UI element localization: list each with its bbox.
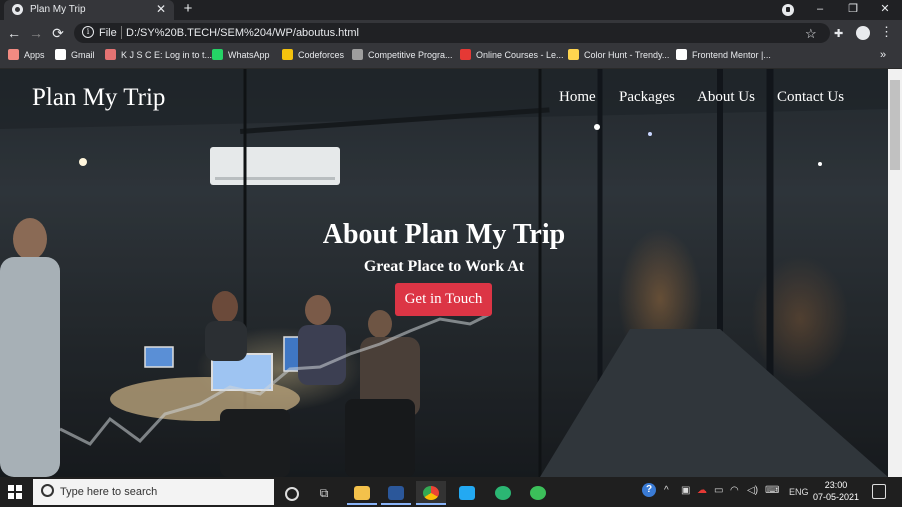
address-prefix: File xyxy=(99,27,117,39)
new-tab-button[interactable]: + xyxy=(180,0,196,20)
bookmark-label: Gmail xyxy=(71,50,95,60)
reload-icon[interactable]: ⟳ xyxy=(48,22,68,44)
bookmark-label: Codeforces xyxy=(298,50,345,60)
close-tab-icon[interactable]: ✕ xyxy=(156,2,166,16)
profile-icon[interactable] xyxy=(782,4,794,16)
chrome-icon[interactable] xyxy=(416,481,446,505)
bookmark-label: K J S C E: Log in to t... xyxy=(121,50,213,60)
back-icon[interactable]: ← xyxy=(4,22,24,44)
app-round-icon[interactable] xyxy=(523,481,553,505)
cc-icon xyxy=(352,49,363,60)
frontendmentor-icon xyxy=(676,49,687,60)
taskbar-search-placeholder: Type here to search xyxy=(60,486,158,498)
restore-button[interactable]: ❐ xyxy=(838,0,868,20)
bookmark-item[interactable]: Frontend Mentor |... xyxy=(676,49,771,64)
app-green-icon[interactable] xyxy=(488,481,518,505)
site-brand-logo[interactable]: Plan My Trip xyxy=(32,84,165,112)
hero-subtitle: Great Place to Work At xyxy=(363,258,525,275)
courses-icon xyxy=(460,49,471,60)
tray-cloud-icon[interactable]: ☁ xyxy=(697,485,707,496)
bookmark-label: Online Courses - Le... xyxy=(476,50,564,60)
menu-kebab-icon[interactable]: ⋮ xyxy=(880,24,893,40)
hero-title: About Plan My Trip xyxy=(322,219,566,250)
bookmark-item[interactable]: WhatsApp xyxy=(212,49,270,64)
bookmark-item[interactable]: Gmail xyxy=(55,49,95,64)
forward-icon[interactable]: → xyxy=(26,22,46,44)
nav-link-home[interactable]: Home xyxy=(559,89,596,106)
task-view-icon[interactable]: ⧉ xyxy=(309,481,339,505)
bookmark-item[interactable]: Competitive Progra... xyxy=(352,49,453,64)
search-icon xyxy=(41,484,54,497)
bookmarks-overflow-icon[interactable]: » xyxy=(880,49,886,64)
wifi-icon[interactable]: ◠ xyxy=(730,485,739,496)
apps-grid-icon xyxy=(8,49,19,60)
minimize-button[interactable]: – xyxy=(805,0,835,20)
url-text[interactable]: D:/SY%20B.TECH/SEM%204/WP/aboutus.html xyxy=(126,27,359,39)
vscode-icon[interactable] xyxy=(452,481,482,505)
google-icon xyxy=(55,49,66,60)
bookmark-label: WhatsApp xyxy=(228,50,270,60)
tab-title: Plan My Trip xyxy=(30,4,86,15)
globe-icon xyxy=(12,4,23,15)
tray-chevron-icon[interactable]: ^ xyxy=(664,485,669,496)
bookmark-item[interactable]: K J S C E: Log in to t... xyxy=(105,49,212,64)
info-icon[interactable]: i xyxy=(82,26,94,38)
clock-date: 07-05-2021 xyxy=(812,492,860,502)
bookmark-item[interactable]: Color Hunt - Trendy... xyxy=(568,49,669,64)
language-indicator[interactable]: ENG xyxy=(789,487,809,497)
browser-tab[interactable]: Plan My Trip ✕ xyxy=(4,0,174,20)
notifications-icon[interactable] xyxy=(872,484,886,499)
volume-icon[interactable]: ◁) xyxy=(747,485,758,496)
clock-time: 23:00 xyxy=(824,480,848,490)
bookmark-star-icon[interactable]: ☆ xyxy=(805,26,817,42)
battery-icon[interactable]: ▭ xyxy=(714,485,723,496)
colorhunt-icon xyxy=(568,49,579,60)
close-window-button[interactable]: ✕ xyxy=(870,0,900,20)
whatsapp-icon xyxy=(212,49,223,60)
bookmark-item[interactable]: Online Courses - Le... xyxy=(460,49,564,64)
codeforces-icon xyxy=(282,49,293,60)
bookmark-label: Color Hunt - Trendy... xyxy=(584,50,670,60)
extensions-icon[interactable]: ✚ xyxy=(834,27,845,40)
bookmark-label: Competitive Progra... xyxy=(368,50,453,60)
nav-link-contact-us[interactable]: Contact Us xyxy=(777,89,844,106)
bookmark-label: Frontend Mentor |... xyxy=(692,50,771,60)
keyboard-icon[interactable]: ⌨ xyxy=(765,485,779,496)
address-bar[interactable]: i File D:/SY%20B.TECH/SEM%204/WP/aboutus… xyxy=(74,23,830,43)
address-divider xyxy=(121,26,122,39)
help-icon[interactable]: ? xyxy=(642,483,656,497)
file-explorer-icon[interactable] xyxy=(347,481,377,505)
cortana-icon[interactable] xyxy=(277,481,307,505)
taskbar-clock[interactable]: 23:00 07-05-2021 xyxy=(810,479,862,503)
nav-link-about-us[interactable]: About Us xyxy=(697,89,755,106)
bookmark-item[interactable]: Codeforces xyxy=(282,49,344,64)
windows-start-icon[interactable] xyxy=(8,485,22,499)
kjsce-icon xyxy=(105,49,116,60)
bookmark-item[interactable]: Apps xyxy=(8,49,45,64)
bookmark-label: Apps xyxy=(24,50,45,60)
tray-app-icon[interactable]: ▣ xyxy=(681,485,690,496)
nav-link-packages[interactable]: Packages xyxy=(619,89,675,106)
account-avatar-icon[interactable] xyxy=(856,26,870,40)
get-in-touch-button[interactable]: Get in Touch xyxy=(395,283,492,316)
word-icon[interactable] xyxy=(381,481,411,505)
taskbar-search-box[interactable]: Type here to search xyxy=(33,479,274,505)
scrollbar-thumb[interactable] xyxy=(890,80,900,170)
